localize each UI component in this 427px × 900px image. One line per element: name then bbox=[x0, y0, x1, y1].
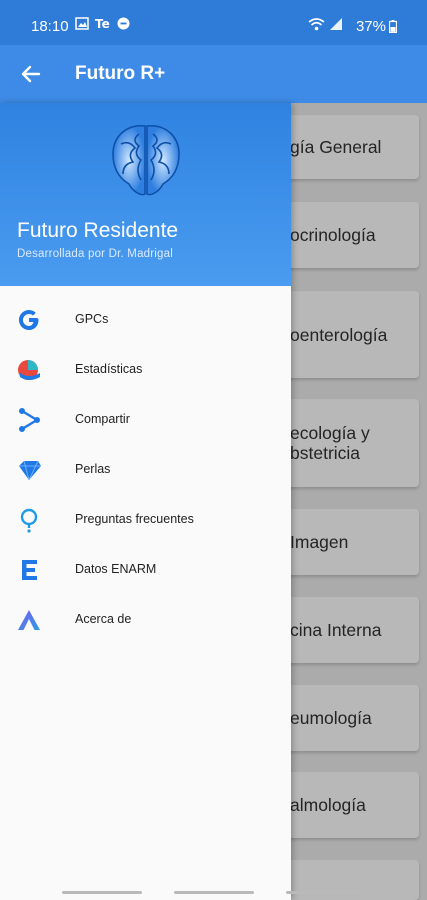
brain-icon bbox=[112, 125, 180, 196]
menu-item-gpcs[interactable]: GPCs bbox=[0, 297, 291, 341]
gem-icon bbox=[19, 460, 41, 481]
battery-icon bbox=[389, 20, 397, 33]
minus-circle-icon bbox=[117, 17, 130, 30]
nav-handle[interactable] bbox=[62, 891, 142, 894]
question-icon bbox=[20, 508, 38, 533]
wifi-icon bbox=[308, 18, 325, 31]
battery-status: 37% bbox=[356, 18, 397, 35]
menu-item-label: Perlas bbox=[75, 462, 111, 476]
menu-item-perlas[interactable]: Perlas bbox=[0, 447, 291, 491]
svg-text:Te: Te bbox=[95, 17, 110, 30]
signal-icon bbox=[330, 18, 342, 30]
menu-item-label: GPCs bbox=[75, 312, 109, 326]
back-arrow-icon[interactable] bbox=[16, 59, 46, 89]
menu-item-label: Compartir bbox=[75, 412, 130, 426]
drawer-title: Futuro Residente bbox=[17, 219, 179, 242]
notification-icons: Te bbox=[75, 17, 130, 30]
drawer-scrim[interactable] bbox=[291, 103, 427, 900]
menu-item-preguntas-frecuentes[interactable]: Preguntas frecuentes bbox=[0, 497, 291, 541]
app-notification-icon: Te bbox=[95, 17, 110, 30]
menu-item-acerca-de[interactable]: Acerca de bbox=[0, 597, 291, 641]
menu-item-label: Acerca de bbox=[75, 612, 132, 626]
share-icon bbox=[19, 408, 40, 432]
battery-level: 37% bbox=[355, 18, 386, 35]
image-icon bbox=[75, 17, 89, 30]
menu-item-label: Preguntas frecuentes bbox=[75, 512, 194, 526]
menu-item-label: Datos ENARM bbox=[75, 562, 157, 576]
nav-handle[interactable] bbox=[286, 891, 366, 894]
stats-icon bbox=[18, 360, 40, 380]
app-bar: Futuro R+ bbox=[0, 45, 427, 103]
menu-item-datos-enarm[interactable]: Datos ENARM bbox=[0, 547, 291, 591]
nav-handle[interactable] bbox=[174, 891, 254, 894]
status-bar: 18:10 Te 37% bbox=[0, 0, 427, 45]
menu-item-compartir[interactable]: Compartir bbox=[0, 397, 291, 441]
status-time: 18:10 bbox=[31, 18, 69, 35]
e-letter-icon bbox=[22, 560, 37, 580]
connectivity-icons bbox=[308, 17, 343, 31]
drawer-header: Futuro Residente Desarrollada por Dr. Ma… bbox=[0, 103, 291, 286]
app-title: Futuro R+ bbox=[75, 63, 166, 84]
about-icon bbox=[18, 610, 40, 630]
system-nav-bar bbox=[0, 880, 427, 900]
menu-item-estadisticas[interactable]: Estadísticas bbox=[0, 347, 291, 391]
google-g-icon bbox=[19, 310, 39, 330]
navigation-drawer: Futuro Residente Desarrollada por Dr. Ma… bbox=[0, 103, 291, 900]
drawer-subtitle: Desarrollada por Dr. Madrigal bbox=[17, 248, 174, 260]
menu-item-label: Estadísticas bbox=[75, 362, 143, 376]
